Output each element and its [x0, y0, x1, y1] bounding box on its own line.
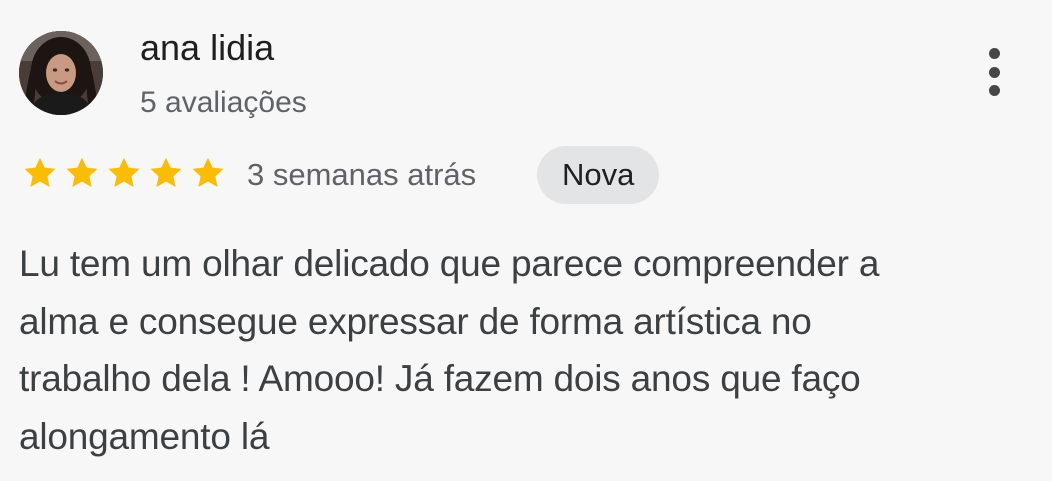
more-options-button[interactable]: [974, 44, 1014, 100]
review-text-line: trabalho dela ! Amooo! Já fazem dois ano…: [19, 358, 861, 399]
author-name[interactable]: ana lidia: [140, 26, 274, 70]
review-text-line: alma e consegue expressar de forma artís…: [19, 300, 812, 342]
review-text: Lu tem um olhar delicado que parece comp…: [19, 235, 1039, 465]
more-vertical-icon: [988, 48, 1000, 59]
star-icon: [20, 155, 60, 191]
review-text-line: Lu tem um olhar delicado que parece comp…: [19, 243, 880, 284]
new-badge: Nova: [537, 146, 660, 204]
review-card: ana lidia 5 avaliações 3 semanas atrás N…: [0, 0, 1052, 481]
star-icon: [62, 155, 102, 191]
more-vertical-icon-dot: [988, 66, 1000, 78]
review-text-line: alongamento lá: [19, 415, 270, 457]
star-icon: [146, 155, 186, 191]
star-icon: [188, 155, 228, 191]
author-review-count[interactable]: 5 avaliações: [140, 84, 307, 122]
review-date: 3 semanas atrás: [247, 157, 477, 192]
star-icon: [104, 155, 144, 191]
more-vertical-icon-dot: [988, 85, 1000, 96]
author-avatar[interactable]: [19, 31, 103, 115]
star-rating: [20, 155, 228, 191]
